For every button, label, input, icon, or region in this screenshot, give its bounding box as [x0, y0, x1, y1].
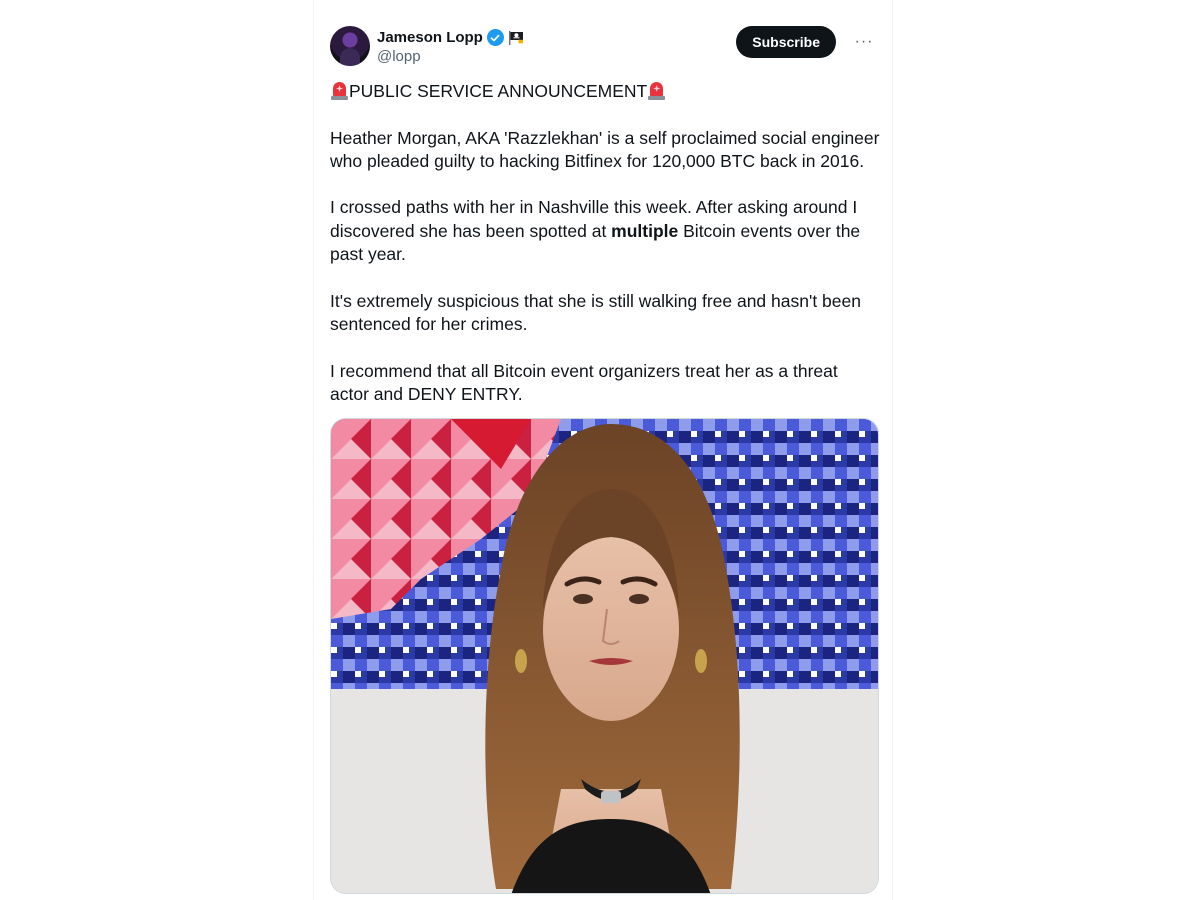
tweet-card: Jameson Lopp @lopp Subscribe ··· PUBLIC … [313, 0, 893, 900]
author-handle[interactable]: @lopp [377, 48, 524, 65]
tweet-photo[interactable] [330, 418, 879, 894]
announcement-text: PUBLIC SERVICE ANNOUNCEMENT [349, 81, 648, 101]
author-name-row: Jameson Lopp [377, 28, 524, 48]
police-siren-icon [647, 82, 666, 100]
paragraph-2-bold: multiple [611, 220, 679, 241]
more-options-icon[interactable]: ··· [852, 30, 876, 54]
author-names: Jameson Lopp @lopp [377, 28, 524, 65]
subscribe-button[interactable]: Subscribe [736, 26, 836, 58]
police-siren-icon [330, 82, 349, 100]
verified-badge-icon [486, 29, 504, 46]
tweet-header: Jameson Lopp @lopp Subscribe ··· [330, 24, 876, 68]
author-avatar[interactable] [330, 26, 370, 66]
announcement-line: PUBLIC SERVICE ANNOUNCEMENT [330, 80, 880, 103]
portrait-image [331, 419, 878, 893]
tweet-text: PUBLIC SERVICE ANNOUNCEMENT Heather Morg… [330, 80, 880, 429]
pirate-flag-icon [508, 30, 524, 45]
author-display-name[interactable]: Jameson Lopp [377, 29, 483, 46]
paragraph-1: Heather Morgan, AKA 'Razzlekhan' is a se… [330, 127, 880, 171]
paragraph-3: It's extremely suspicious that she is st… [330, 290, 861, 334]
paragraph-2: I crossed paths with her in Nashville th… [330, 196, 880, 266]
paragraph-4: I recommend that all Bitcoin event organ… [330, 360, 838, 404]
